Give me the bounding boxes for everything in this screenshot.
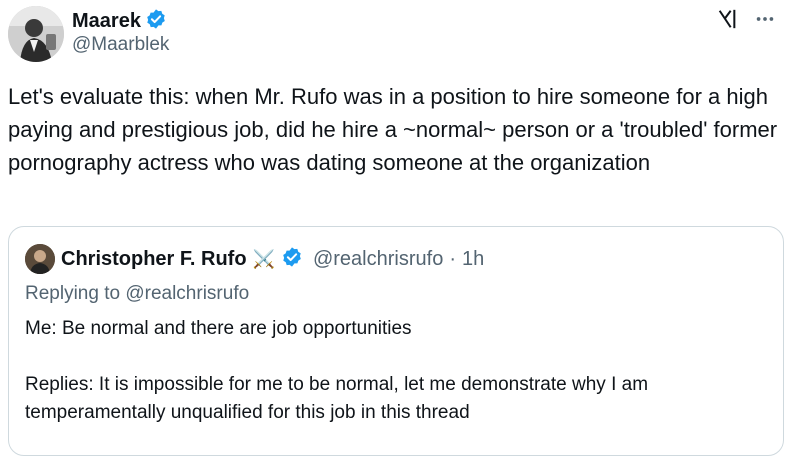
author-handle[interactable]: @Maarblek <box>72 34 169 56</box>
verified-badge-icon <box>145 8 167 35</box>
post-text: Let's evaluate this: when Mr. Rufo was i… <box>8 84 778 175</box>
verified-badge-icon <box>281 246 303 273</box>
quoted-author-name[interactable]: Christopher F. Rufo <box>61 248 247 271</box>
replying-to: Replying to @realchrisrufo <box>25 283 250 304</box>
quoted-text-line-2: Replies: It is impossible for me to be n… <box>25 374 649 423</box>
more-icon[interactable] <box>754 8 776 30</box>
author-name-row: Maarek <box>72 8 167 35</box>
quoted-timestamp[interactable]: 1h <box>462 248 484 271</box>
quoted-author-handle[interactable]: @realchrisrufo <box>313 248 443 271</box>
separator-dot: · <box>449 247 456 270</box>
author-avatar[interactable] <box>8 6 64 62</box>
post-header: Maarek @Maarblek <box>8 4 776 62</box>
quoted-post[interactable]: Christopher F. Rufo ⚔️ @realchrisrufo · … <box>8 226 784 456</box>
crossed-swords-icon: ⚔️ <box>252 248 275 269</box>
post-actions <box>716 8 776 30</box>
quoted-author-avatar[interactable] <box>25 244 55 274</box>
grok-icon[interactable] <box>716 8 738 30</box>
quoted-text-line-1: Me: Be normal and there are job opportun… <box>25 318 412 339</box>
quoted-post-header: Christopher F. Rufo ⚔️ @realchrisrufo · … <box>25 243 484 275</box>
author-display-name[interactable]: Maarek <box>72 10 141 33</box>
